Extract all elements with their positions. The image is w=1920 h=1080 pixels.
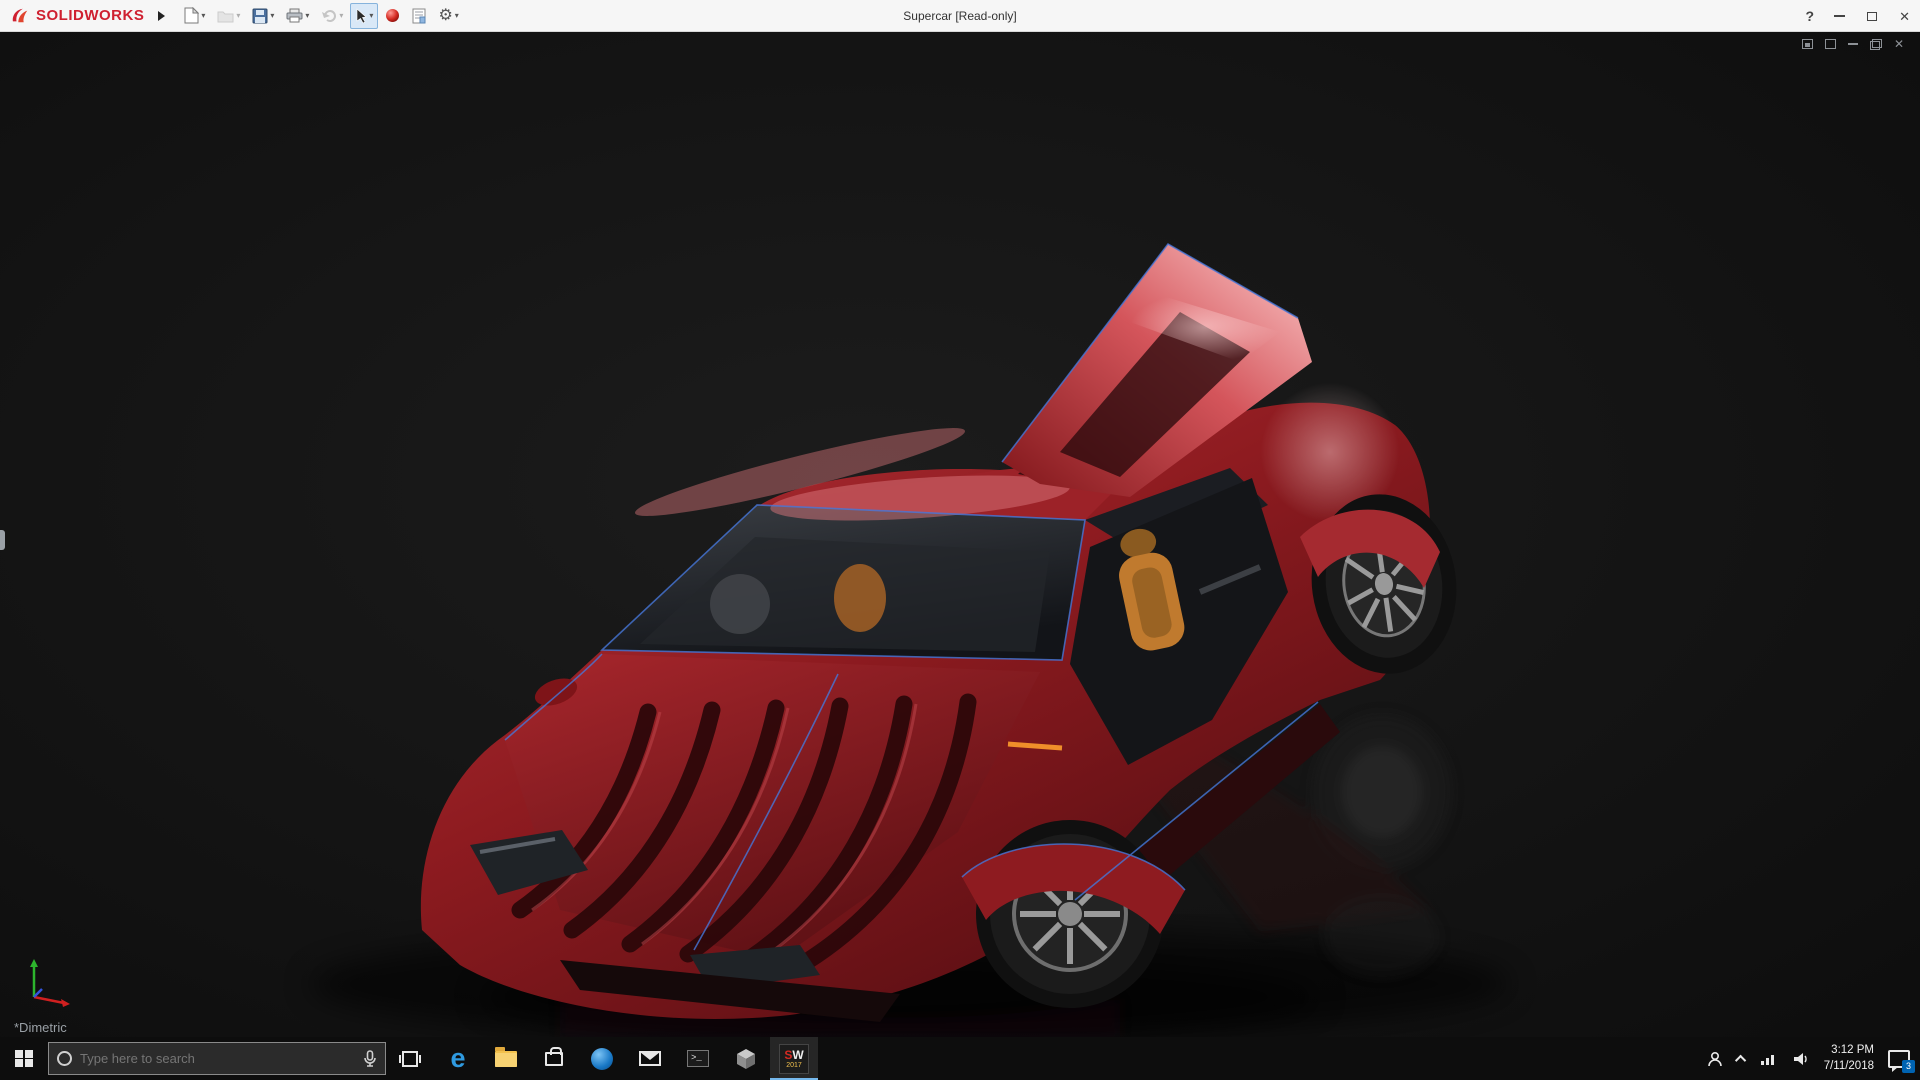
document-restore-icon[interactable] xyxy=(1870,39,1882,50)
task-view-button[interactable] xyxy=(386,1037,434,1080)
start-button[interactable] xyxy=(0,1037,48,1080)
cortana-icon xyxy=(57,1051,72,1066)
select-cursor-icon xyxy=(355,8,367,24)
taskbar-apps: e >_ xyxy=(386,1037,818,1080)
options-button[interactable]: ⚙ ▾ xyxy=(433,3,463,29)
terminal-button[interactable]: >_ xyxy=(674,1037,722,1080)
taskbar-clock[interactable]: 3:12 PM 7/11/2018 xyxy=(1824,1043,1874,1074)
search-input[interactable] xyxy=(80,1051,355,1066)
save-icon xyxy=(252,8,268,24)
cube-icon xyxy=(735,1048,757,1070)
solidworks-taskbar-button[interactable]: SW 2017 xyxy=(770,1037,818,1080)
edge-icon: e xyxy=(450,1045,465,1072)
brand-wordmark: SOLIDWORKS xyxy=(36,7,144,24)
window-title: Supercar [Read-only] xyxy=(903,0,1016,32)
orientation-triad xyxy=(20,953,76,1009)
graphics-viewport[interactable]: ✕ xyxy=(0,32,1920,1037)
mail-button[interactable] xyxy=(626,1037,674,1080)
orientation-label: *Dimetric xyxy=(14,1020,67,1035)
open-folder-icon xyxy=(217,9,234,23)
minimize-icon[interactable] xyxy=(1834,15,1845,17)
clock-time: 3:12 PM xyxy=(1824,1043,1874,1059)
appearance-button[interactable] xyxy=(380,3,405,29)
chevron-up-icon[interactable] xyxy=(1738,1055,1746,1063)
store-icon xyxy=(545,1052,563,1066)
file-explorer-button[interactable] xyxy=(482,1037,530,1080)
close-icon[interactable]: ✕ xyxy=(1899,10,1910,23)
microphone-icon[interactable] xyxy=(363,1050,377,1068)
feature-tree-handle[interactable] xyxy=(0,530,5,550)
task-view-icon xyxy=(399,1050,421,1068)
quick-access-toolbar: ▾ ▾ ▾ ▾ xyxy=(179,3,463,29)
edge-button[interactable]: e xyxy=(434,1037,482,1080)
windows-taskbar: e >_ xyxy=(0,1037,1920,1080)
open-button[interactable]: ▾ xyxy=(212,3,245,29)
new-document-button[interactable]: ▾ xyxy=(179,3,210,29)
print-icon xyxy=(286,8,303,23)
split-window-icon[interactable] xyxy=(1825,39,1836,49)
undo-icon xyxy=(321,9,337,23)
notification-badge: 3 xyxy=(1902,1060,1915,1073)
document-close-icon[interactable]: ✕ xyxy=(1894,38,1904,50)
select-button[interactable]: ▾ xyxy=(350,3,378,29)
model-render-canvas[interactable] xyxy=(0,32,1920,1037)
document-window-controls: ✕ xyxy=(1802,38,1904,50)
browser-button[interactable] xyxy=(578,1037,626,1080)
window-controls: ? ✕ xyxy=(1806,0,1910,32)
3d-viewer-button[interactable] xyxy=(722,1037,770,1080)
desktop: SOLIDWORKS ▾ ▾ ▾ xyxy=(0,0,1920,1080)
mail-icon xyxy=(639,1051,661,1066)
toolbar-flyout-arrow[interactable] xyxy=(158,11,165,21)
solidworks-logo-icon xyxy=(10,7,32,25)
save-button[interactable]: ▾ xyxy=(247,3,279,29)
undo-button[interactable]: ▾ xyxy=(316,3,348,29)
report-sheet-icon xyxy=(412,8,426,24)
help-icon[interactable]: ? xyxy=(1806,8,1815,24)
people-icon[interactable] xyxy=(1706,1050,1724,1068)
solidworks-app-icon: SW 2017 xyxy=(779,1044,809,1074)
windows-logo-icon xyxy=(15,1050,33,1068)
properties-button[interactable] xyxy=(407,3,431,29)
document-minimize-icon[interactable] xyxy=(1848,43,1858,45)
title-bar: SOLIDWORKS ▾ ▾ ▾ xyxy=(0,0,1920,32)
network-icon[interactable] xyxy=(1760,1052,1778,1066)
maximize-icon[interactable] xyxy=(1867,12,1877,21)
speaker-icon[interactable] xyxy=(1792,1051,1810,1067)
red-sphere-icon xyxy=(385,8,400,23)
new-document-icon xyxy=(184,7,199,24)
print-button[interactable]: ▾ xyxy=(281,3,314,29)
system-tray: 3:12 PM 7/11/2018 3 xyxy=(1706,1037,1920,1080)
new-window-icon[interactable] xyxy=(1802,39,1813,49)
terminal-icon: >_ xyxy=(687,1050,709,1067)
store-button[interactable] xyxy=(530,1037,578,1080)
gear-icon: ⚙ xyxy=(438,8,452,24)
solidworks-logo: SOLIDWORKS xyxy=(0,7,152,25)
taskbar-search[interactable] xyxy=(48,1042,386,1075)
clock-date: 7/11/2018 xyxy=(1824,1059,1874,1075)
file-explorer-icon xyxy=(495,1051,517,1067)
action-center-icon[interactable]: 3 xyxy=(1888,1050,1910,1068)
browser-icon xyxy=(591,1048,613,1070)
